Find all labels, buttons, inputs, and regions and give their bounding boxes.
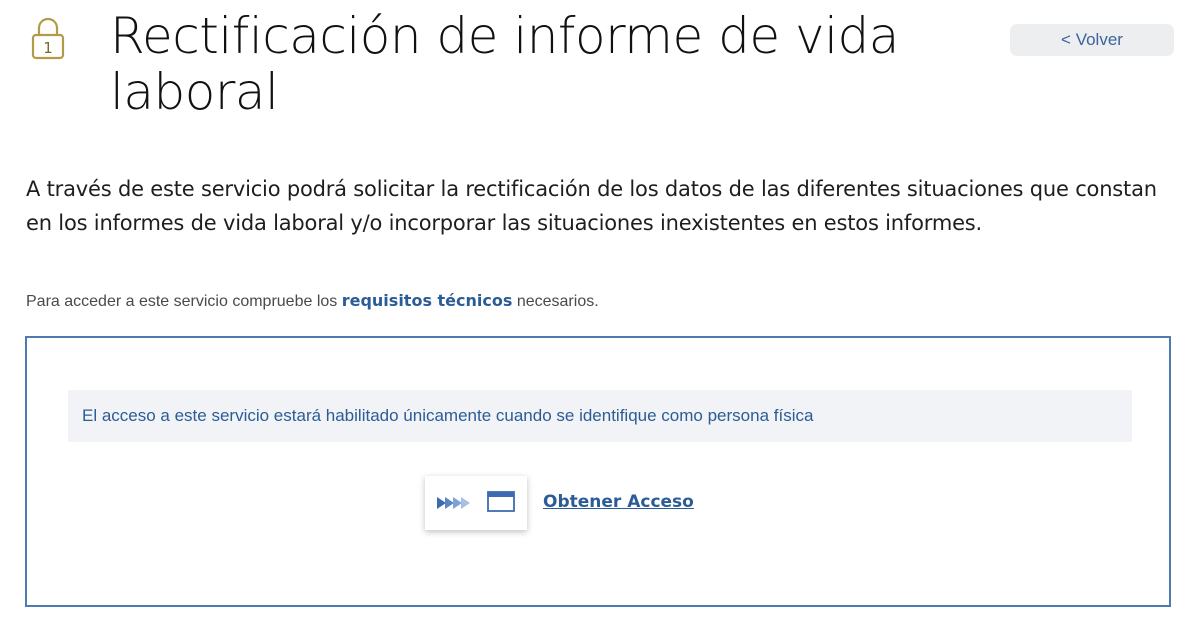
back-button[interactable]: < Volver [1010,24,1174,56]
padlock-icon: 1 [30,16,66,60]
access-button[interactable] [425,476,527,530]
requirements-prefix: Para acceder a este servicio compruebe l… [26,293,342,310]
get-access-link[interactable]: Obtener Acceso [543,492,694,512]
forward-arrows-icon [437,497,470,509]
requirements-note: Para acceder a este servicio compruebe l… [26,290,599,313]
requirements-suffix: necesarios. [512,293,599,310]
window-icon [487,491,515,512]
intro-text: A través de este servicio podrá solicita… [26,177,1157,235]
page-title: Rectificación de informe de vida laboral [110,7,899,121]
identification-notice: El acceso a este servicio estará habilit… [68,390,1132,442]
technical-requirements-link[interactable]: requisitos técnicos [342,291,513,310]
lock-badge-number: 1 [43,39,53,57]
access-panel: El acceso a este servicio estará habilit… [25,336,1171,607]
